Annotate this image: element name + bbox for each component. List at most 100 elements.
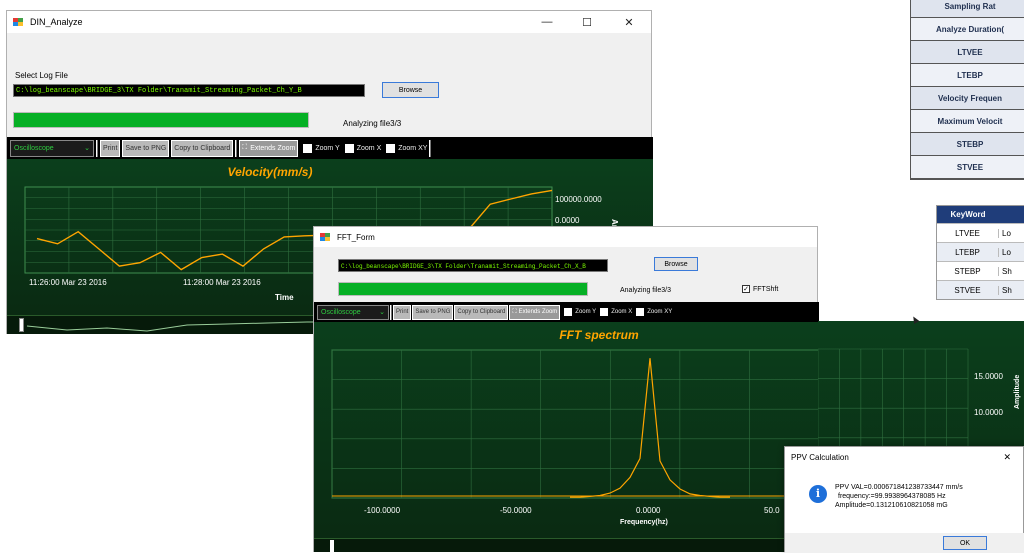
parameter-table-row: LTVEE xyxy=(911,41,1024,64)
fft-print-button[interactable]: Print xyxy=(393,304,412,320)
checkbox-box xyxy=(386,143,396,153)
log-file-path-input[interactable]: C:\log_beanscape\BRIDGE_3\TX Folder\Tran… xyxy=(13,84,365,97)
keyword-header: KeyWord xyxy=(950,210,986,219)
x-axis-label: Time xyxy=(275,293,294,302)
checkbox-box xyxy=(303,143,313,153)
zoom-xy-checkbox[interactable]: Zoom XY xyxy=(386,143,427,153)
parameter-name: Sampling Rat xyxy=(944,1,996,11)
keyword-table-row: LTEBP Lo xyxy=(937,242,1024,261)
fftshift-label: FFTShft xyxy=(753,285,779,293)
minimize-icon[interactable]: — xyxy=(529,11,565,33)
y-axis-label: Amplitude xyxy=(1014,374,1021,409)
zoom-x-label: Zoom X xyxy=(611,309,633,315)
progress-fill xyxy=(339,283,587,295)
toolbar-separator xyxy=(96,139,98,157)
zoom-extent-icon: ⛶ xyxy=(512,308,517,315)
fft-zoom-y-checkbox[interactable]: Zoom Y xyxy=(564,308,596,316)
fft-title: FFT_Form xyxy=(337,232,375,242)
fft-mode-select[interactable]: Oscilloscope ⌄ xyxy=(317,304,389,320)
parameter-name: Velocity Frequen xyxy=(937,93,1003,103)
fftshift-checkbox[interactable]: ✓ FFTShft xyxy=(742,285,778,293)
fft-toolbar: Oscilloscope ⌄ Print Save to PNG Copy to … xyxy=(314,302,819,322)
fft-zoom-x-checkbox[interactable]: Zoom X xyxy=(600,308,632,316)
parameter-table-row: Maximum Velocit xyxy=(911,110,1024,133)
parameter-table: Sampling Rat Analyze Duration( LTVEE LTEBP V… xyxy=(910,0,1024,180)
mode-value: Oscilloscope xyxy=(14,144,54,152)
checkbox-box xyxy=(600,308,609,316)
keyword-table-row: LTVEE Lo xyxy=(937,223,1024,242)
fft-copy-clipboard-button[interactable]: Copy to Clipboard xyxy=(454,304,509,320)
zoom-x-checkbox[interactable]: Zoom X xyxy=(344,143,382,153)
extend-zoom-button[interactable]: ⛶ Extends Zoom xyxy=(239,139,299,157)
fft-extend-zoom-button[interactable]: ⛶ Extends Zoom xyxy=(509,304,561,320)
x-tick-label: -50.0000 xyxy=(500,506,532,515)
fft-overview-scrollbar[interactable] xyxy=(314,538,819,552)
extend-zoom-label: Extends Zoom xyxy=(250,144,296,152)
select-log-label: Select Log File xyxy=(15,71,68,80)
zoom-xy-label: Zoom XY xyxy=(647,309,673,315)
parameter-table-row: STEBP xyxy=(911,133,1024,156)
parameter-table-row: Velocity Frequen xyxy=(911,87,1024,110)
keyword-table-row: STVEE Sh xyxy=(937,280,1024,299)
ppv-titlebar: PPV Calculation ✕ xyxy=(785,447,1023,467)
extend-zoom-label: Extends Zoom xyxy=(518,309,558,315)
copy-clipboard-button[interactable]: Copy to Clipboard xyxy=(171,139,234,157)
keyword-table-row: STEBP Sh xyxy=(937,261,1024,280)
plot-border xyxy=(331,349,819,499)
print-button[interactable]: Print xyxy=(100,139,121,157)
parameter-name: Analyze Duration( xyxy=(935,24,1004,34)
parameter-name: LTEBP xyxy=(957,70,983,80)
x-tick-label: -100.0000 xyxy=(364,506,401,515)
zoom-x-label: Zoom X xyxy=(356,144,382,152)
description-cell: Sh xyxy=(1002,285,1012,295)
zoom-y-checkbox[interactable]: Zoom Y xyxy=(303,143,340,153)
close-icon[interactable]: ✕ xyxy=(611,11,647,33)
fft-chart: FFT spectrum 15.0000 -100.0000 -50.0000 … xyxy=(314,322,819,538)
keyword-cell: STVEE xyxy=(937,285,999,295)
close-icon[interactable]: ✕ xyxy=(1003,452,1011,463)
checkbox-box xyxy=(636,308,645,316)
maximize-icon[interactable]: ☐ xyxy=(569,11,605,33)
ppv-value: PPV VAL=0.000671841238733447 mm/s xyxy=(835,484,963,491)
save-png-button[interactable]: Save to PNG xyxy=(122,139,170,157)
parameter-name: Maximum Velocit xyxy=(937,116,1003,126)
ok-button[interactable]: OK xyxy=(943,536,987,550)
ppv-message: PPV VAL=0.000671841238733447 mm/s freque… xyxy=(835,483,963,510)
analyze-progress-bar xyxy=(13,112,309,128)
y-tick-label: 0.0000 xyxy=(555,216,580,225)
fft-zoom-xy-checkbox[interactable]: Zoom XY xyxy=(636,308,672,316)
frequency-value: frequency:=99.9938964378085 Hz xyxy=(838,493,946,500)
y-tick-label: 10.0000 xyxy=(974,408,1003,417)
fft-log-file-path-input[interactable]: C:\log_beanscape\BRIDGE_3\TX Folder\Tran… xyxy=(338,259,608,272)
description-cell: Sh xyxy=(1002,266,1012,276)
mode-select[interactable]: Oscilloscope ⌄ xyxy=(10,139,94,157)
fft-browse-button[interactable]: Browse xyxy=(654,257,698,271)
parameter-table-row: STVEE xyxy=(911,156,1024,179)
info-icon: i xyxy=(809,485,827,503)
description-cell: Lo xyxy=(1002,228,1011,238)
x-tick-label: 11:28:00 Mar 23 2016 xyxy=(183,278,261,287)
fft-progress-bar xyxy=(338,282,588,296)
mode-value: Oscilloscope xyxy=(321,308,361,316)
browse-button[interactable]: Browse xyxy=(382,82,439,98)
checkbox-box xyxy=(564,308,573,316)
parameter-name: STVEE xyxy=(956,162,984,172)
keyword-cell: LTVEE xyxy=(937,228,999,238)
description-cell: Lo xyxy=(1002,247,1011,257)
fft-analyzing-status: Analyzing file3/3 xyxy=(620,287,671,294)
scroll-handle[interactable] xyxy=(330,540,334,552)
x-tick-label: 50.0 xyxy=(764,506,780,515)
analyzing-status: Analyzing file3/3 xyxy=(343,119,402,128)
ppv-button-bar xyxy=(785,533,1024,553)
fft-save-png-button[interactable]: Save to PNG xyxy=(412,304,454,320)
app-icon xyxy=(13,17,24,27)
app-icon xyxy=(320,232,331,242)
parameter-table-row: LTEBP xyxy=(911,64,1024,87)
ppv-title: PPV Calculation xyxy=(791,452,849,462)
checkbox-box: ✓ xyxy=(742,285,750,293)
toolbar-separator xyxy=(429,139,432,157)
toolbar-separator xyxy=(235,139,238,157)
ppv-dialog: PPV Calculation ✕ i PPV VAL=0.0006718412… xyxy=(784,446,1024,553)
keyword-table: KeyWord LTVEE Lo LTEBP Lo STEBP Sh STVEE Sh xyxy=(936,205,1024,300)
chevron-down-icon: ⌄ xyxy=(84,145,90,152)
